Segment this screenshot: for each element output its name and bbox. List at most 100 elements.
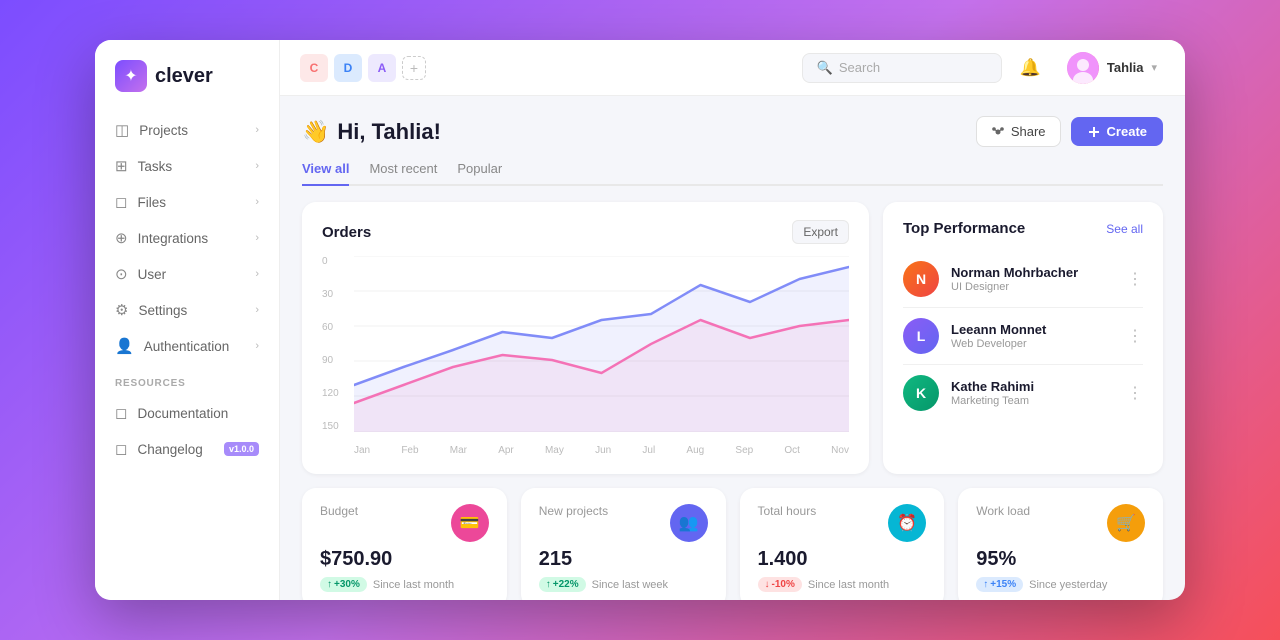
changelog-icon: ◻ (115, 440, 127, 458)
user-icon: ⊙ (115, 265, 128, 283)
projects-icon: 👥 (670, 504, 708, 542)
person-2-avatar: L (903, 318, 939, 354)
chart-area: 150 120 90 60 30 0 (322, 256, 849, 456)
search-placeholder: Search (839, 60, 880, 75)
user-chevron-icon: ▾ (1151, 61, 1157, 74)
stat-hours-label: Total hours (758, 504, 817, 518)
sidebar-item-label: Integrations (138, 231, 209, 246)
sidebar-item-settings[interactable]: ⚙ Settings › (95, 292, 279, 328)
settings-icon: ⚙ (115, 301, 128, 319)
topbar: C D A + 🔍 Search 🔔 Tahlia (280, 40, 1185, 96)
stat-hours-value: 1.400 (758, 548, 927, 571)
chevron-icon: › (255, 124, 259, 136)
sidebar-item-label: Authentication (144, 339, 230, 354)
hours-badge: ↓ -10% (758, 577, 802, 592)
stat-workload-footer: ↑ +15% Since yesterday (976, 577, 1145, 592)
projects-badge: ↑ +22% (539, 577, 586, 592)
tasks-icon: ⊞ (115, 157, 128, 175)
stat-projects-value: 215 (539, 548, 708, 571)
sidebar-item-integrations[interactable]: ⊕ Integrations › (95, 220, 279, 256)
greeting-row: 👋 Hi, Tahlia! Share Create (302, 116, 1163, 147)
greeting-text: Hi, Tahlia! (337, 119, 441, 145)
sidebar-item-projects[interactable]: ◫ Projects › (95, 112, 279, 148)
person-2-role: Web Developer (951, 338, 1115, 350)
search-bar[interactable]: 🔍 Search (802, 53, 1002, 83)
stat-projects-label: New projects (539, 504, 608, 518)
main-area: C D A + 🔍 Search 🔔 Tahlia (280, 40, 1185, 600)
export-button[interactable]: Export (792, 220, 849, 244)
person-1-name: Norman Mohrbacher (951, 265, 1115, 280)
person-3-role: Marketing Team (951, 395, 1115, 407)
stat-workload: Work load 🛒 95% ↑ +15% Since yesterday (958, 488, 1163, 600)
person-1-more-icon[interactable]: ⋮ (1127, 269, 1143, 289)
sidebar-item-files[interactable]: ◻ Files › (95, 184, 279, 220)
chevron-icon: › (255, 304, 259, 316)
create-button[interactable]: Create (1071, 117, 1163, 146)
logo: ✦ clever (95, 40, 279, 108)
person-2-more-icon[interactable]: ⋮ (1127, 326, 1143, 346)
sidebar-item-changelog[interactable]: ◻ Changelog v1.0.0 (95, 431, 279, 467)
tab-most-recent[interactable]: Most recent (369, 161, 437, 184)
greeting-emoji: 👋 (302, 119, 329, 145)
stat-projects-footer: ↑ +22% Since last week (539, 577, 708, 592)
sidebar-item-label: Projects (139, 123, 188, 138)
integrations-icon: ⊕ (115, 229, 128, 247)
person-2-name: Leeann Monnet (951, 322, 1115, 337)
notification-icon[interactable]: 🔔 (1020, 58, 1041, 78)
workload-badge: ↑ +15% (976, 577, 1023, 592)
budget-badge: ↑ +30% (320, 577, 367, 592)
tab-avatar-a[interactable]: A (368, 54, 396, 82)
add-tab-button[interactable]: + (402, 56, 426, 80)
person-3-avatar: K (903, 375, 939, 411)
sidebar: ✦ clever ◫ Projects › ⊞ Tasks › (95, 40, 280, 600)
greeting-actions: Share Create (976, 116, 1163, 147)
perf-person-1: N Norman Mohrbacher UI Designer ⋮ (903, 251, 1143, 308)
middle-grid: Orders Export 150 120 90 60 30 0 (302, 202, 1163, 474)
tabs-row: View all Most recent Popular (302, 161, 1163, 186)
tab-view-all[interactable]: View all (302, 161, 349, 186)
person-1-role: UI Designer (951, 281, 1115, 293)
resources-label: RESOURCES (95, 364, 279, 395)
sidebar-item-label: Files (137, 195, 166, 210)
greeting: 👋 Hi, Tahlia! (302, 119, 441, 145)
chart-header: Orders Export (322, 220, 849, 244)
person-3-more-icon[interactable]: ⋮ (1127, 383, 1143, 403)
logo-icon: ✦ (115, 60, 147, 92)
stat-budget-footer: ↑ +30% Since last month (320, 577, 489, 592)
tab-avatar-d[interactable]: D (334, 54, 362, 82)
sidebar-item-label: Tasks (138, 159, 173, 174)
sidebar-item-documentation[interactable]: ◻ Documentation (95, 395, 279, 431)
tab-avatars: C D A + (300, 54, 426, 82)
sidebar-item-label: Settings (138, 303, 187, 318)
chart-svg (354, 256, 849, 432)
person-2-info: Leeann Monnet Web Developer (951, 322, 1115, 350)
sidebar-item-label: User (138, 267, 167, 282)
top-performance-card: Top Performance See all N Norman Mohrbac… (883, 202, 1163, 474)
person-1-avatar: N (903, 261, 939, 297)
sidebar-item-label: Changelog (137, 442, 202, 457)
user-profile[interactable]: Tahlia ▾ (1059, 48, 1165, 88)
chevron-icon: › (255, 160, 259, 172)
chart-y-labels: 150 120 90 60 30 0 (322, 256, 350, 432)
files-icon: ◻ (115, 193, 127, 211)
sidebar-navigation: ◫ Projects › ⊞ Tasks › ◻ Files › (95, 108, 279, 600)
sidebar-item-tasks[interactable]: ⊞ Tasks › (95, 148, 279, 184)
share-button[interactable]: Share (976, 116, 1061, 147)
tab-avatar-c[interactable]: C (300, 54, 328, 82)
budget-icon: 💳 (451, 504, 489, 542)
avatar (1067, 52, 1099, 84)
docs-icon: ◻ (115, 404, 127, 422)
auth-icon: 👤 (115, 337, 134, 355)
sidebar-item-authentication[interactable]: 👤 Authentication › (95, 328, 279, 364)
tab-popular[interactable]: Popular (457, 161, 502, 184)
stat-budget-label: Budget (320, 504, 358, 518)
perf-person-2: L Leeann Monnet Web Developer ⋮ (903, 308, 1143, 365)
see-all-link[interactable]: See all (1106, 222, 1143, 236)
person-3-info: Kathe Rahimi Marketing Team (951, 379, 1115, 407)
user-name: Tahlia (1107, 60, 1144, 75)
performance-title: Top Performance (903, 220, 1025, 237)
stats-row: Budget 💳 $750.90 ↑ +30% Since last month… (302, 488, 1163, 600)
chart-x-labels: Jan Feb Mar Apr May Jun Jul Aug Sep Oct … (354, 436, 849, 456)
sidebar-item-user[interactable]: ⊙ User › (95, 256, 279, 292)
performance-header: Top Performance See all (903, 220, 1143, 237)
